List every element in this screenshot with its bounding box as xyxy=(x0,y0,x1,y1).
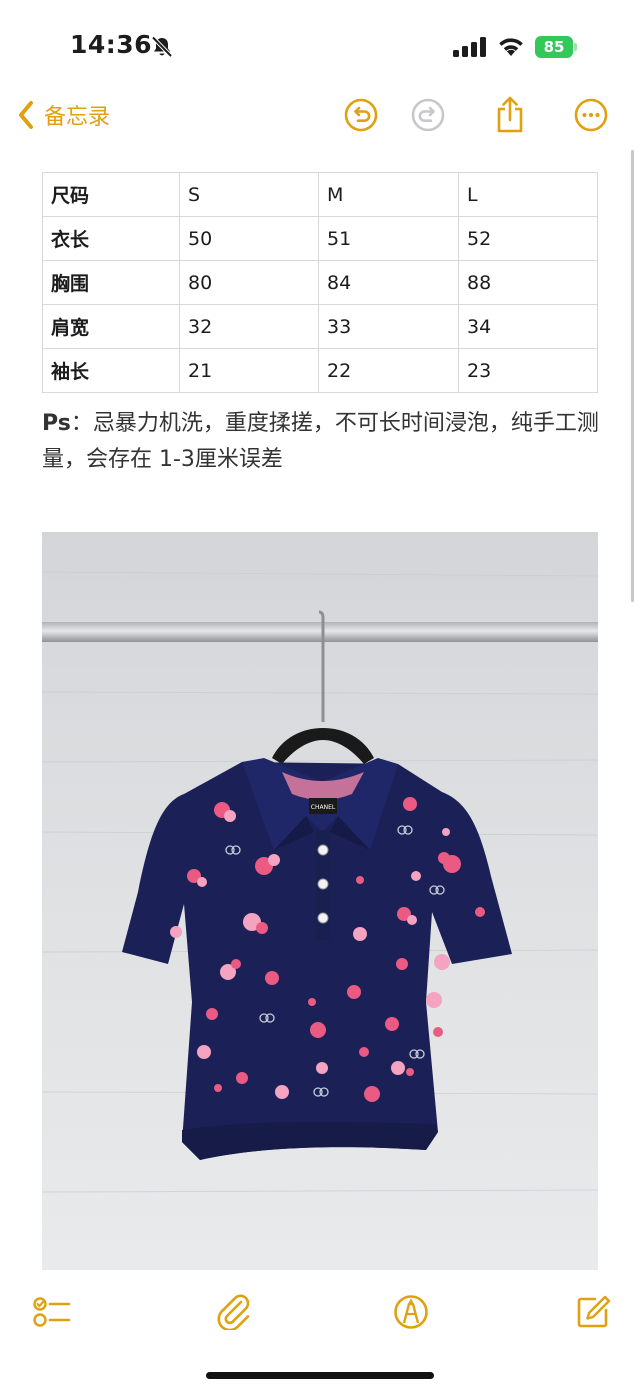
note-text: ：忌暴力机洗，重度揉搓，不可长时间浸泡，纯手工测量，会存在 1-3厘米误差 xyxy=(42,411,599,472)
attach-button[interactable] xyxy=(212,1290,256,1334)
back-label: 备忘录 xyxy=(44,105,111,130)
shirt-label-text: CHANEL xyxy=(311,804,336,811)
back-button[interactable]: 备忘录 xyxy=(18,98,110,132)
checklist-icon xyxy=(33,1297,71,1327)
table-cell[interactable]: 34 xyxy=(458,304,598,349)
status-bar: 14:36 85 xyxy=(0,0,640,90)
battery-indicator: 85 xyxy=(535,36,577,58)
table-cell[interactable]: 51 xyxy=(318,216,459,261)
scroll-indicator[interactable] xyxy=(631,150,634,602)
battery-percent: 85 xyxy=(543,38,565,56)
note-prefix: Ps xyxy=(42,411,71,436)
note-body-text[interactable]: Ps：忌暴力机洗，重度揉搓，不可长时间浸泡，纯手工测量，会存在 1-3厘米误差 xyxy=(42,406,602,478)
cellular-signal-icon xyxy=(453,37,486,57)
bottom-toolbar xyxy=(0,1280,640,1340)
product-photo[interactable]: CHANEL xyxy=(42,532,598,1270)
table-cell[interactable]: M xyxy=(318,172,459,217)
table-cell[interactable]: 33 xyxy=(318,304,459,349)
compose-button[interactable] xyxy=(571,1290,615,1334)
more-icon xyxy=(574,98,608,132)
table-row: 衣长 50 51 52 xyxy=(42,216,598,261)
table-row: 袖长 21 22 23 xyxy=(42,348,598,393)
table-cell[interactable]: 21 xyxy=(179,348,319,393)
table-cell[interactable]: 22 xyxy=(318,348,459,393)
table-cell[interactable]: 32 xyxy=(179,304,319,349)
size-table: 尺码 S M L 衣长 50 51 52 胸围 80 84 88 肩宽 32 3… xyxy=(42,172,598,393)
table-cell[interactable]: 胸围 xyxy=(42,260,180,305)
table-cell[interactable]: 23 xyxy=(458,348,598,393)
bell-slash-icon xyxy=(151,36,173,58)
wifi-icon xyxy=(499,38,523,56)
paperclip-icon xyxy=(217,1294,250,1330)
table-cell[interactable]: 52 xyxy=(458,216,598,261)
table-cell[interactable]: S xyxy=(179,172,319,217)
table-row: 肩宽 32 33 34 xyxy=(42,304,598,349)
table-cell[interactable]: 肩宽 xyxy=(42,304,180,349)
table-cell[interactable]: 衣长 xyxy=(42,216,180,261)
share-button[interactable] xyxy=(490,95,530,135)
table-cell[interactable]: 50 xyxy=(179,216,319,261)
chevron-left-icon xyxy=(19,101,33,129)
markup-button[interactable] xyxy=(389,1290,433,1334)
more-button[interactable] xyxy=(571,95,611,135)
share-icon xyxy=(497,96,523,133)
table-cell[interactable]: 84 xyxy=(318,260,459,305)
checklist-button[interactable] xyxy=(30,1290,74,1334)
table-cell[interactable]: L xyxy=(458,172,598,217)
status-time: 14:36 xyxy=(70,30,153,59)
table-cell[interactable]: 88 xyxy=(458,260,598,305)
table-cell[interactable]: 袖长 xyxy=(42,348,180,393)
table-row: 尺码 S M L xyxy=(42,172,598,217)
compose-icon xyxy=(577,1295,611,1328)
table-cell[interactable]: 80 xyxy=(179,260,319,305)
undo-button[interactable] xyxy=(341,95,381,135)
home-indicator[interactable] xyxy=(206,1372,434,1379)
table-cell[interactable]: 尺码 xyxy=(42,172,180,217)
markup-pen-icon xyxy=(394,1295,428,1329)
undo-icon xyxy=(344,98,378,132)
navigation-bar: 备忘录 xyxy=(0,90,640,140)
table-row: 胸围 80 84 88 xyxy=(42,260,598,305)
product-photo-image: CHANEL xyxy=(42,532,598,1270)
redo-button[interactable] xyxy=(408,95,448,135)
redo-icon xyxy=(411,98,445,132)
